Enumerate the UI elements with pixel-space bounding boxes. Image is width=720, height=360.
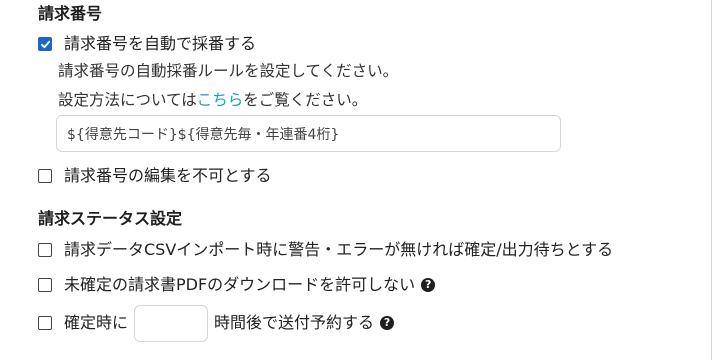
settings-help-text: 設定方法についてはこちらをご覧ください。 (58, 89, 367, 111)
scheduled-send-label-suffix: 時間後で送付予約する (214, 313, 375, 332)
help-text-prefix: 設定方法については (58, 91, 197, 109)
help-text-suffix: をご覧ください。 (243, 91, 368, 109)
disable-edit-checkbox[interactable] (38, 169, 52, 183)
csv-import-label: 請求データCSVインポート時に警告・エラーが無ければ確定/出力待ちとする (64, 240, 614, 259)
auto-number-checkbox[interactable] (38, 37, 52, 51)
number-format-input[interactable] (56, 115, 561, 152)
help-link[interactable]: こちら (197, 91, 244, 109)
csv-import-checkbox[interactable] (38, 243, 52, 257)
section-title-invoice-number: 請求番号 (38, 4, 103, 23)
auto-number-description: 請求番号の自動採番ルールを設定してください。 (58, 62, 399, 80)
scheduled-send-label-prefix: 確定時に (64, 313, 129, 332)
question-circle-icon[interactable]: ? (421, 278, 436, 292)
no-pdf-download-label: 未確定の請求書PDFのダウンロードを許可しない (64, 275, 416, 294)
scheduled-send-option[interactable]: 確定時に 時間後で送付予約する ? (38, 304, 395, 342)
auto-number-option[interactable]: 請求番号を自動で採番する (38, 32, 256, 56)
no-pdf-download-option[interactable]: 未確定の請求書PDFのダウンロードを許可しない ? (38, 273, 436, 297)
auto-number-label: 請求番号を自動で採番する (64, 34, 257, 53)
panel-right-border (711, 0, 712, 360)
csv-import-option[interactable]: 請求データCSVインポート時に警告・エラーが無ければ確定/出力待ちとする (38, 238, 613, 262)
disable-edit-option[interactable]: 請求番号の編集を不可とする (38, 164, 272, 188)
hours-input[interactable] (134, 304, 209, 342)
question-circle-icon[interactable]: ? (380, 316, 395, 330)
disable-edit-label: 請求番号の編集を不可とする (64, 166, 272, 185)
no-pdf-download-checkbox[interactable] (38, 278, 52, 292)
section-title-status-settings: 請求ステータス設定 (38, 209, 183, 228)
scheduled-send-checkbox[interactable] (38, 316, 52, 330)
check-icon (40, 40, 50, 48)
